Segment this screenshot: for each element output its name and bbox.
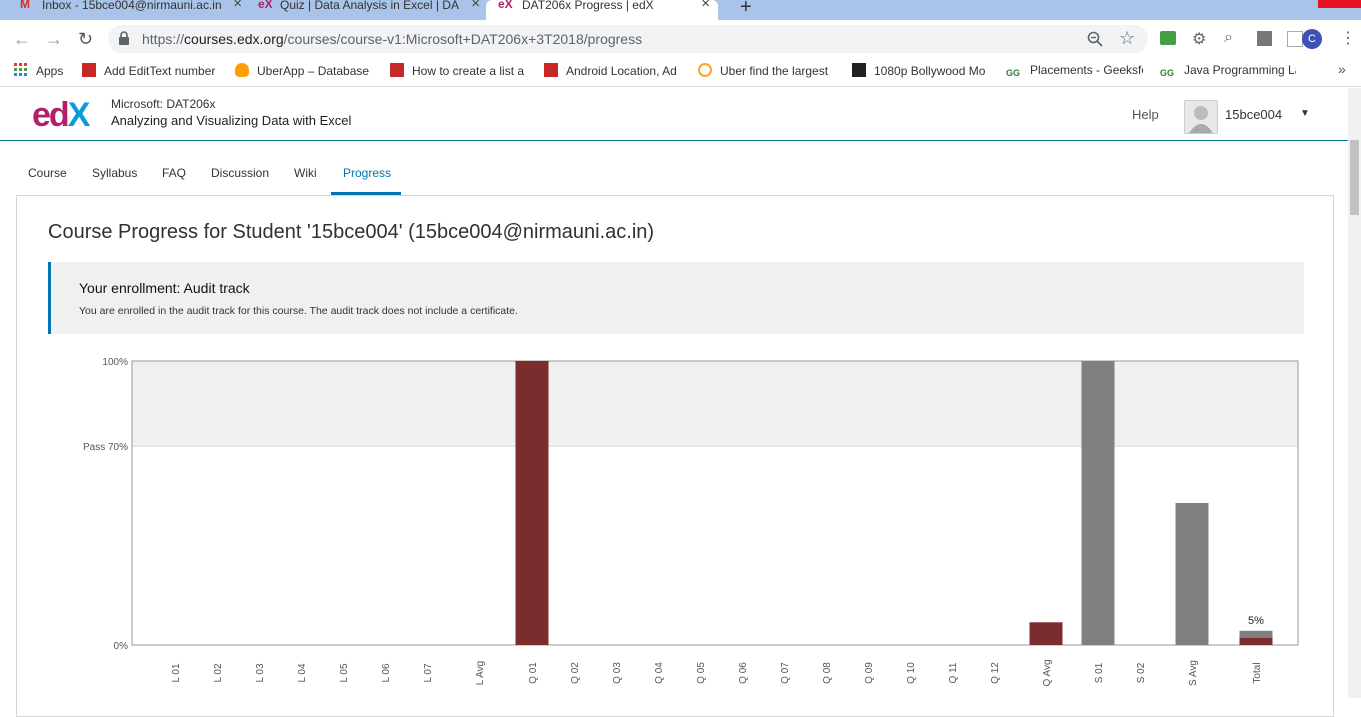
x-tick-label: Q 03 bbox=[612, 662, 623, 684]
x-tick-label: Q 09 bbox=[864, 662, 875, 684]
x-tick-label: Q 02 bbox=[570, 662, 581, 684]
x-tick-label: Total bbox=[1252, 662, 1263, 683]
x-tick-label: L 04 bbox=[297, 663, 308, 683]
pass-band bbox=[132, 361, 1298, 447]
x-tick-label: L 06 bbox=[381, 663, 392, 683]
earned-bar bbox=[515, 361, 549, 645]
grade-chart: 100% Pass 70% 0% L 01 L 02 L 03 L 04 L 05 L 06 L … bbox=[83, 357, 1299, 687]
earned-bar bbox=[1029, 622, 1063, 645]
x-tick-label: L 02 bbox=[213, 663, 224, 683]
scrollbar-thumb[interactable] bbox=[1350, 140, 1359, 215]
possible-bar bbox=[1081, 361, 1115, 645]
x-tick-label: Q 07 bbox=[780, 662, 791, 684]
x-tick-label: L 07 bbox=[423, 663, 434, 683]
x-tick-label: L 03 bbox=[255, 663, 266, 683]
x-tick-label: Q 05 bbox=[696, 662, 707, 684]
earned-bar bbox=[1239, 637, 1273, 645]
total-grade-label: 5% bbox=[1248, 615, 1264, 627]
x-tick-label: S 01 bbox=[1094, 662, 1105, 683]
x-tick-label: L 01 bbox=[171, 663, 182, 683]
x-tick-label: Q 12 bbox=[990, 662, 1001, 684]
x-tick-label: Q 04 bbox=[654, 662, 665, 684]
x-tick-label: L Avg bbox=[475, 661, 486, 685]
y-tick-label: 100% bbox=[102, 357, 128, 368]
y-tick-label: 0% bbox=[114, 641, 129, 652]
x-tick-label: Q 06 bbox=[738, 662, 749, 684]
x-tick-label: S Avg bbox=[1188, 660, 1199, 686]
x-tick-label: Q 08 bbox=[822, 662, 833, 684]
x-tick-label: Q Avg bbox=[1042, 659, 1053, 686]
x-tick-label: S 02 bbox=[1136, 662, 1147, 683]
x-tick-label: Q 10 bbox=[906, 662, 917, 684]
x-tick-label: L 05 bbox=[339, 663, 350, 683]
x-tick-label: Q 11 bbox=[948, 662, 959, 683]
possible-bar bbox=[1175, 503, 1209, 645]
x-tick-label: Q 01 bbox=[528, 662, 539, 684]
y-tick-label: Pass 70% bbox=[83, 442, 128, 453]
